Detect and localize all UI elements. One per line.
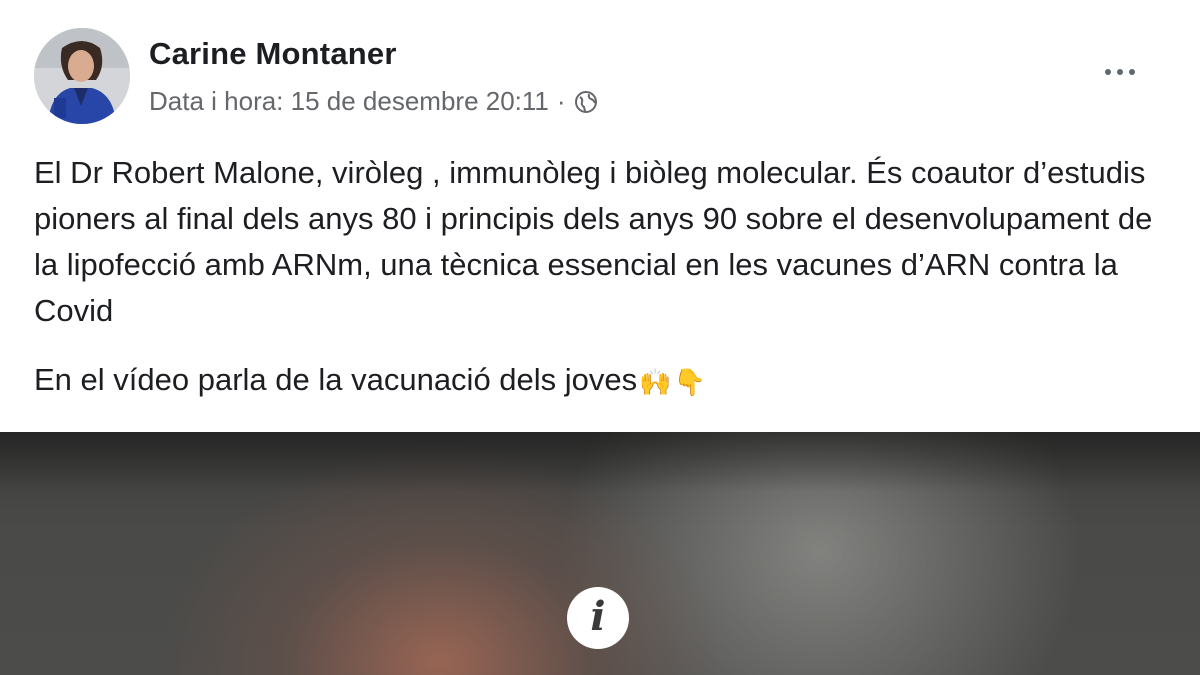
more-dot <box>1105 69 1111 75</box>
author-avatar[interactable] <box>34 28 130 124</box>
video-shadow <box>0 432 1200 492</box>
post-paragraph: El Dr Robert Malone, viròleg , immunòleg… <box>34 155 1153 328</box>
post-paragraph-text: En el vídeo parla de la vacunació dels j… <box>34 362 638 397</box>
raised-hands-emoji: 🙌 <box>639 366 672 397</box>
post-paragraph: En el vídeo parla de la vacunació dels j… <box>34 357 1164 405</box>
more-dot <box>1117 69 1123 75</box>
info-icon[interactable]: i <box>567 587 629 649</box>
post-text: El Dr Robert Malone, viròleg , immunòleg… <box>34 150 1164 405</box>
post-timestamp[interactable]: Data i hora: 15 de desembre 20:11 <box>149 86 549 117</box>
more-dot <box>1129 69 1135 75</box>
post-meta: Data i hora: 15 de desembre 20:11 · <box>149 86 598 117</box>
meta-separator: · <box>556 86 566 116</box>
author-name[interactable]: Carine Montaner <box>149 36 397 72</box>
globe-icon[interactable] <box>574 90 598 114</box>
facebook-post: Carine Montaner Data i hora: 15 de desem… <box>0 0 1200 675</box>
post-header: Carine Montaner Data i hora: 15 de desem… <box>0 0 1200 140</box>
info-glyph: i <box>590 593 606 640</box>
pointing-down-emoji: 👇 <box>673 366 706 397</box>
video-thumbnail[interactable]: i <box>0 432 1200 675</box>
more-options-icon[interactable] <box>1090 52 1150 92</box>
